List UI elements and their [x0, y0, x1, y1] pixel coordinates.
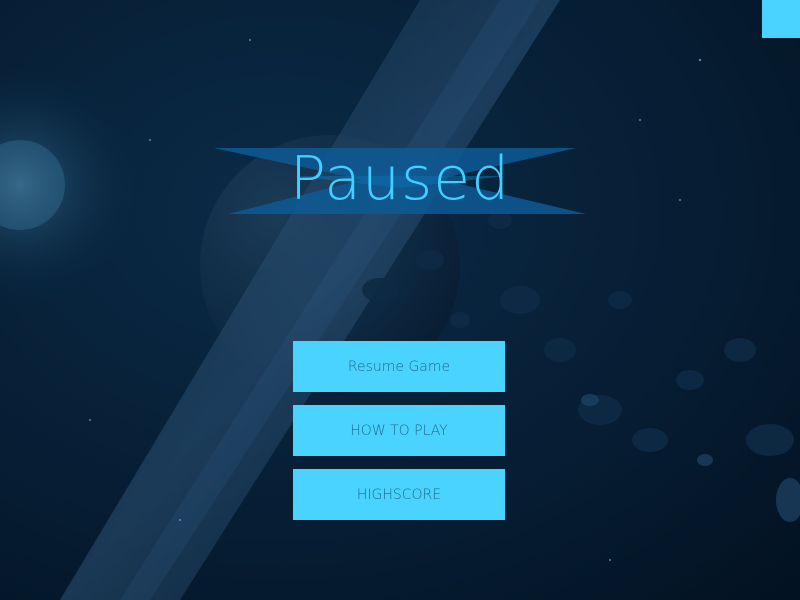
title-banner: Paused [214, 148, 586, 216]
page-title: Paused [289, 144, 511, 214]
resume-game-button[interactable]: Resume Game [293, 341, 505, 392]
square-icon[interactable] [762, 0, 800, 38]
highscore-button[interactable]: HIGHSCORE [293, 469, 505, 520]
pause-menu: Resume Game HOW TO PLAY HIGHSCORE [293, 341, 506, 533]
how-to-play-button[interactable]: HOW TO PLAY [293, 405, 505, 456]
